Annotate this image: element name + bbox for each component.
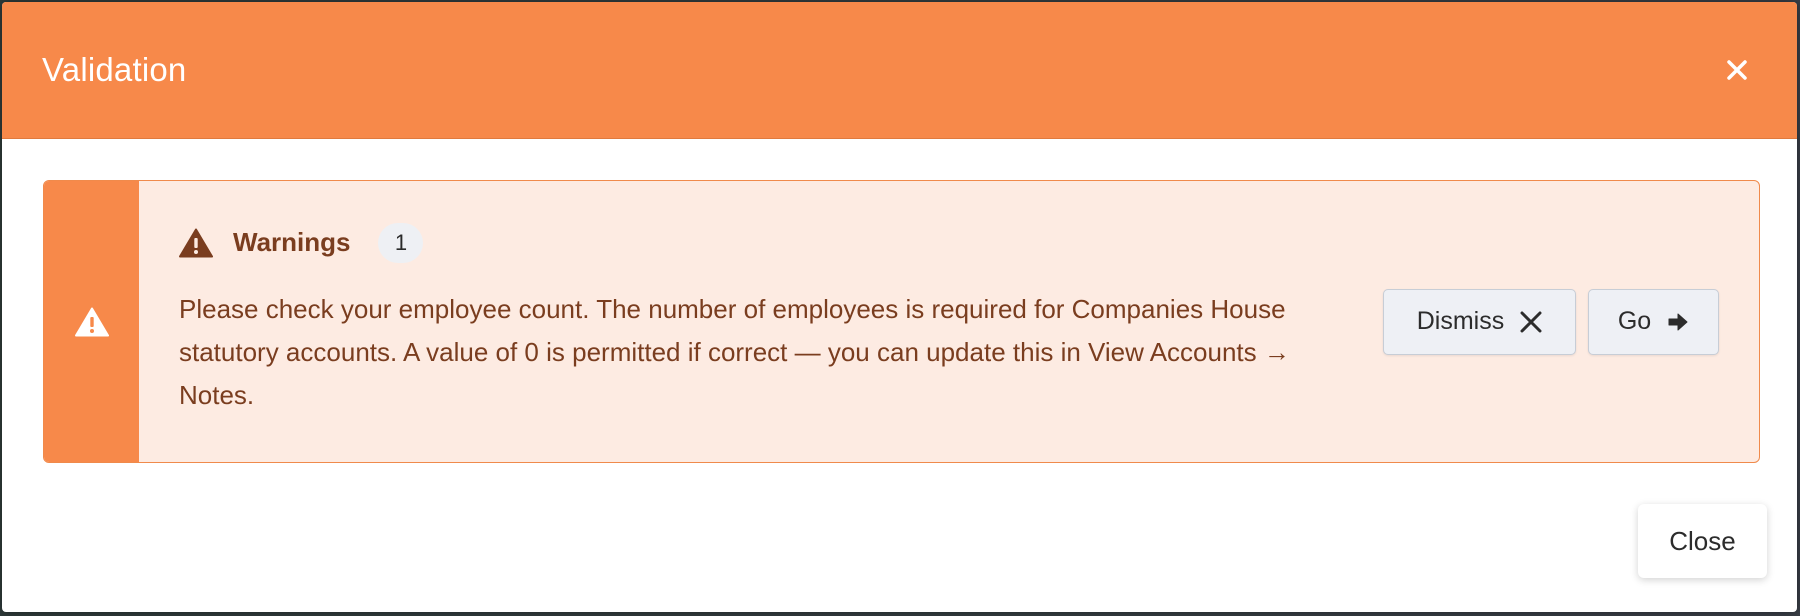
modal-body: Warnings 1 Please check your employee co…	[2, 139, 1797, 463]
close-button[interactable]: Close	[1638, 504, 1767, 578]
alert-heading: Warnings 1	[179, 222, 1383, 263]
validation-modal: Validation Warnings 1 Please check your …	[2, 2, 1797, 612]
warning-icon	[74, 307, 109, 336]
modal-footer: Close	[1638, 504, 1767, 578]
warning-alert: Warnings 1 Please check your employee co…	[43, 180, 1760, 463]
alert-side-strip	[44, 181, 139, 462]
alert-heading-label: Warnings	[233, 227, 351, 257]
arrow-right-icon	[1668, 313, 1688, 330]
alert-actions: Dismiss Go	[1383, 288, 1719, 355]
alert-content: Warnings 1 Please check your employee co…	[139, 181, 1759, 462]
dismiss-button[interactable]: Dismiss	[1383, 288, 1576, 355]
dismiss-button-label: Dismiss	[1416, 307, 1505, 335]
modal-close-button[interactable]	[1717, 50, 1757, 90]
alert-message: Please check your employee count. The nu…	[179, 293, 1290, 410]
go-button[interactable]: Go	[1588, 288, 1719, 355]
modal-title: Validation	[42, 51, 187, 88]
go-button-label: Go	[1617, 307, 1652, 335]
warning-count-badge: 1	[378, 222, 424, 263]
modal-header: Validation	[2, 2, 1797, 139]
alert-text: Warnings 1 Please check your employee co…	[179, 222, 1383, 417]
close-icon	[1727, 60, 1747, 80]
warning-icon	[179, 228, 213, 258]
close-icon	[1520, 311, 1542, 332]
